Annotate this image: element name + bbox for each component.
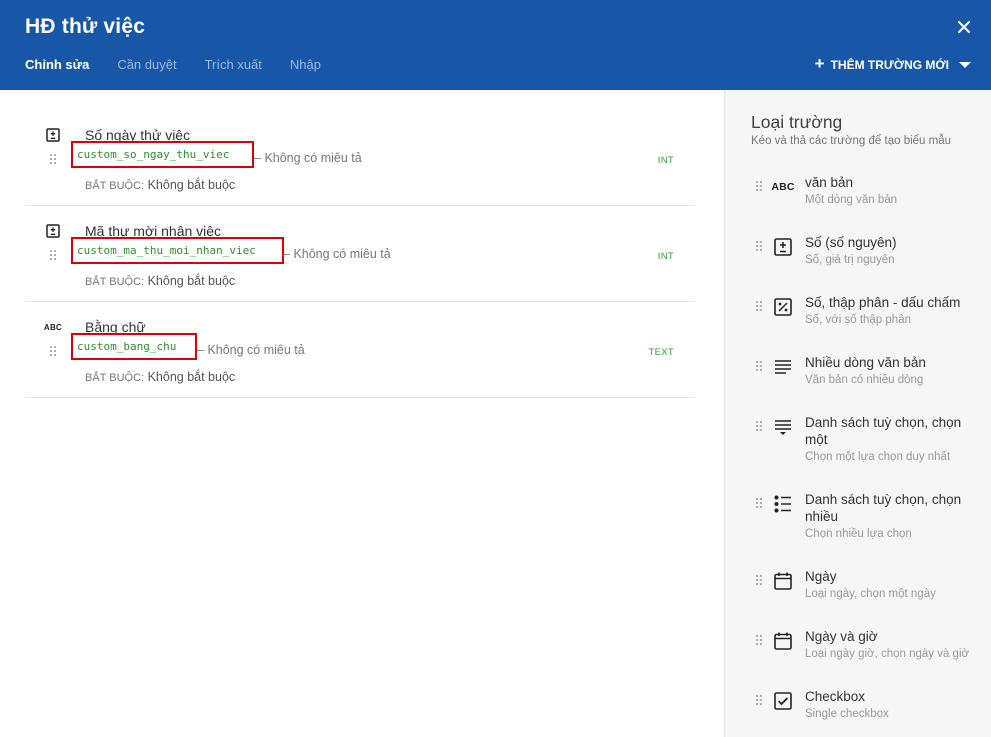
field-required: BẮT BUỘC: Không bắt buộc: [85, 370, 236, 384]
field-key-highlight: custom_so_ngay_thu_viec: [71, 141, 254, 168]
drag-handle-icon: [756, 301, 762, 311]
field-type-name: Checkbox: [805, 689, 866, 704]
field-type-multi-select[interactable]: Danh sách tuỳ chọn, chọn nhiều Chọn nhiề…: [725, 491, 991, 547]
field-type-name: Số (số nguyên): [805, 235, 897, 250]
field-type-integer[interactable]: Số (số nguyên) Số, giá trị nguyên: [725, 234, 991, 274]
field-type-text[interactable]: ABC văn bản Một dòng văn bản: [725, 174, 991, 214]
field-type-badge: INT: [657, 155, 674, 166]
field-type-desc: Loại ngày, chọn một ngày: [805, 588, 936, 600]
drag-handle-icon: [756, 575, 762, 585]
field-key-highlight: custom_ma_thu_moi_nhan_viec: [71, 237, 284, 264]
checkbox-icon: [774, 692, 792, 710]
header-bar: HĐ thử việc Chỉnh sửa Cần duyệt Trích xu…: [0, 0, 991, 90]
field-type-desc: Một dòng văn bản: [805, 194, 898, 206]
field-description: – Không có miêu tả: [254, 151, 362, 165]
tab-export[interactable]: Trích xuất: [205, 57, 262, 72]
field-key: custom_bang_chu: [77, 340, 177, 353]
single-select-icon: [775, 420, 791, 435]
field-type-desc: Số, giá trị nguyên: [805, 254, 895, 266]
field-type-desc: Loại ngày giờ, chọn ngày và giờ: [805, 648, 970, 660]
field-required: BẮT BUỘC: Không bắt buộc: [85, 178, 236, 192]
calendar-icon: [774, 572, 792, 590]
field-type-decimal[interactable]: Số, thập phân - dấu chấm Số, với số thập…: [725, 294, 991, 334]
chevron-down-icon: [959, 62, 971, 68]
field-type-name: Số, thập phân - dấu chấm: [805, 295, 961, 310]
sidebar-subtitle: Kéo và thả các trường để tạo biểu mẫu: [751, 135, 951, 147]
field-description: – Không có miêu tả: [283, 247, 391, 261]
drag-handle-icon: [756, 181, 762, 191]
tab-bar: Chỉnh sửa Cần duyệt Trích xuất Nhập: [25, 57, 321, 72]
field-key: custom_so_ngay_thu_viec: [77, 148, 230, 161]
field-type-name: Danh sách tuỳ chọn, chọn một: [805, 415, 962, 447]
drag-handle-icon: [756, 695, 762, 705]
sidebar-title: Loại trường: [751, 112, 843, 132]
integer-icon: [774, 238, 792, 256]
tab-review[interactable]: Cần duyệt: [117, 57, 176, 72]
drag-handle-icon[interactable]: [49, 345, 57, 357]
field-type-desc: Chọn một lựa chọn duy nhất: [805, 451, 951, 463]
add-field-button[interactable]: + THÊM TRƯỜNG MỚI: [814, 54, 971, 73]
abc-icon: ABC: [771, 181, 795, 193]
drag-handle-icon[interactable]: [49, 153, 57, 165]
field-list: Số ngày thử việc custom_so_ngay_thu_viec…: [0, 90, 724, 737]
field-type-sidebar: Loại trường Kéo và thả các trường để tạo…: [724, 90, 991, 737]
field-type-desc: Số, với số thập phân: [805, 314, 911, 326]
field-type-desc: Chọn nhiều lựa chọn: [805, 528, 912, 540]
field-type-name: Danh sách tuỳ chọn, chọn nhiều: [805, 492, 962, 524]
field-type-name: Ngày và giờ: [805, 629, 878, 644]
field-type-badge: TEXT: [648, 347, 674, 358]
field-type-multiline[interactable]: Nhiều dòng văn bản Văn bản có nhiều dòng: [725, 354, 991, 394]
field-key-highlight: custom_bang_chu: [71, 333, 197, 360]
field-type-name: Nhiều dòng văn bản: [805, 355, 926, 370]
field-type-name: Ngày: [805, 569, 837, 584]
field-row[interactable]: Mã thư mời nhận việc custom_ma_thu_moi_n…: [25, 206, 695, 302]
field-type-single-select[interactable]: Danh sách tuỳ chọn, chọn một Chọn một lự…: [725, 414, 991, 470]
field-description: – Không có miêu tả: [197, 343, 305, 357]
multiline-icon: [775, 360, 791, 374]
drag-handle-icon: [756, 421, 762, 431]
field-type-name: văn bản: [805, 175, 854, 190]
drag-handle-icon: [756, 241, 762, 251]
percent-icon: [774, 298, 792, 316]
drag-handle-icon: [756, 498, 762, 508]
drag-handle-icon: [756, 635, 762, 645]
field-type-date[interactable]: Ngày Loại ngày, chọn một ngày: [725, 568, 991, 608]
field-row[interactable]: Số ngày thử việc custom_so_ngay_thu_viec…: [25, 110, 695, 206]
field-type-badge: INT: [657, 251, 674, 262]
drag-handle-icon: [756, 361, 762, 371]
field-key: custom_ma_thu_moi_nhan_viec: [77, 244, 256, 257]
abc-icon: ABC: [43, 322, 63, 332]
integer-icon: [46, 128, 60, 142]
field-type-datetime[interactable]: Ngày và giờ Loại ngày giờ, chọn ngày và …: [725, 628, 991, 668]
calendar-clock-icon: [774, 632, 792, 650]
field-type-desc: Single checkbox: [805, 708, 889, 720]
tab-edit[interactable]: Chỉnh sửa: [25, 57, 89, 72]
drag-handle-icon[interactable]: [49, 249, 57, 261]
tab-import[interactable]: Nhập: [290, 57, 321, 72]
multi-select-icon: [774, 495, 791, 513]
field-type-checkbox[interactable]: Checkbox Single checkbox: [725, 688, 991, 728]
page-title: HĐ thử việc: [25, 15, 146, 38]
add-field-label: THÊM TRƯỜNG MỚI: [830, 58, 949, 72]
field-required: BẮT BUỘC: Không bắt buộc: [85, 274, 236, 288]
field-type-desc: Văn bản có nhiều dòng: [805, 374, 924, 386]
close-icon[interactable]: [955, 18, 973, 36]
plus-icon: +: [814, 54, 825, 73]
field-row[interactable]: ABC Bằng chữ custom_bang_chu – Không có …: [25, 302, 695, 398]
integer-icon: [46, 224, 60, 238]
